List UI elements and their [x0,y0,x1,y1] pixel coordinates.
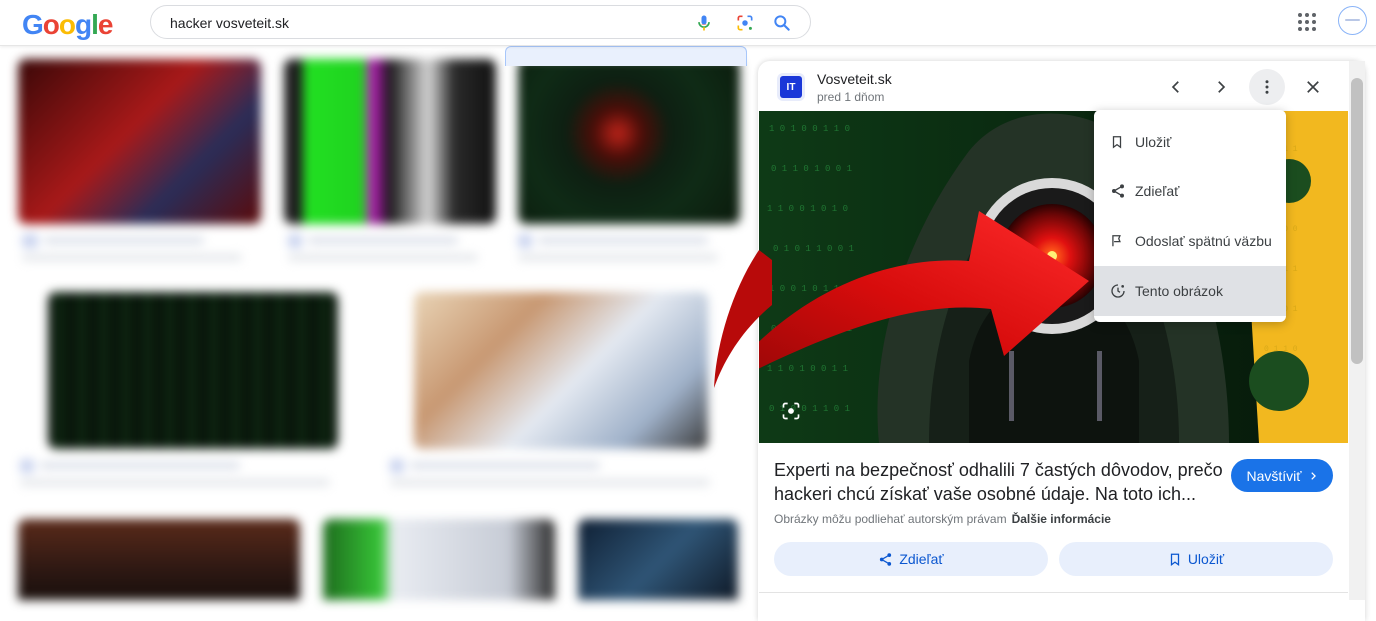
search-icon[interactable] [772,13,792,33]
svg-text:0 1 0 1 1 0 0 1: 0 1 0 1 1 0 0 1 [773,244,854,254]
close-icon [1304,78,1322,96]
avatar[interactable] [1338,6,1367,35]
share-icon [1110,183,1126,199]
mic-icon[interactable] [694,13,714,33]
menu-item-label: Tento obrázok [1135,283,1223,299]
chevron-left-icon [1167,78,1185,96]
top-bar: Google hacker vosveteit.sk [0,0,1376,46]
scrollbar-thumb[interactable] [1351,78,1363,364]
search-box[interactable]: hacker vosveteit.sk [150,5,811,39]
selected-result-highlight [505,46,747,66]
divider [759,592,1348,593]
visit-button[interactable]: Navštíviť [1231,459,1333,492]
previous-button[interactable] [1158,69,1194,105]
svg-text:1 1 0 1 0 0 1 1: 1 1 0 1 0 0 1 1 [767,364,848,374]
flag-icon [1110,233,1124,249]
google-logo[interactable]: Google [22,9,112,41]
about-image-icon [1110,283,1126,299]
red-arrow-tail [712,250,772,390]
share-button[interactable]: Zdieľať [774,542,1048,576]
more-options-button[interactable] [1249,69,1285,105]
source-date: pred 1 dňom [817,90,884,104]
image-result[interactable] [18,519,300,600]
share-icon [878,552,893,567]
lens-icon[interactable] [735,13,755,33]
save-label: Uložiť [1188,551,1224,567]
menu-item-about-image[interactable]: Tento obrázok [1094,266,1286,316]
image-results-grid [0,47,755,600]
svg-text:0 1 1 0 1 0 0 1: 0 1 1 0 1 0 0 1 [771,164,852,174]
image-result[interactable] [518,59,740,224]
menu-item-label: Uložiť [1135,134,1171,150]
more-options-menu: Uložiť Zdieľať Odoslať spätnú väzbu Tent… [1094,110,1286,322]
more-vert-icon [1258,78,1276,96]
copyright-text: Obrázky môžu podliehať autorským právam [774,512,1007,526]
image-result[interactable] [284,59,496,224]
chevron-right-icon [1308,470,1318,482]
search-input[interactable]: hacker vosveteit.sk [170,15,289,31]
apps-icon[interactable] [1298,13,1316,31]
image-result[interactable] [18,59,261,224]
save-button[interactable]: Uložiť [1059,542,1333,576]
source-favicon: IT [780,76,802,98]
bookmark-icon [1168,552,1182,567]
next-button[interactable] [1203,69,1239,105]
svg-text:1 1 0 0 1 0 1 0: 1 1 0 0 1 0 1 0 [767,204,848,214]
close-button[interactable] [1295,69,1331,105]
copyright-notice: Obrázky môžu podliehať autorským právam Ď… [774,512,1111,526]
menu-item-feedback[interactable]: Odoslať spätnú väzbu [1094,216,1286,266]
bookmark-icon [1110,134,1124,150]
more-info-link[interactable]: Ďalšie informácie [1012,512,1111,526]
share-label: Zdieľať [899,551,943,567]
menu-item-label: Odoslať spätnú väzbu [1135,233,1272,249]
result-title[interactable]: Experti na bezpečnosť odhalili 7 častých… [774,458,1224,506]
image-result[interactable] [578,519,738,600]
image-result[interactable] [323,519,555,600]
source-name[interactable]: Vosveteit.sk [817,71,892,87]
svg-text:1 0 1 0 0 1 1 0: 1 0 1 0 0 1 1 0 [769,124,850,134]
visit-label: Navštíviť [1246,468,1301,484]
chevron-right-icon [1212,78,1230,96]
menu-item-share[interactable]: Zdieľať [1094,166,1286,216]
lens-search-icon[interactable] [781,401,801,421]
image-result[interactable] [414,292,708,449]
menu-item-label: Zdieľať [1135,183,1179,199]
image-result[interactable] [48,292,338,449]
menu-item-save[interactable]: Uložiť [1094,117,1286,167]
